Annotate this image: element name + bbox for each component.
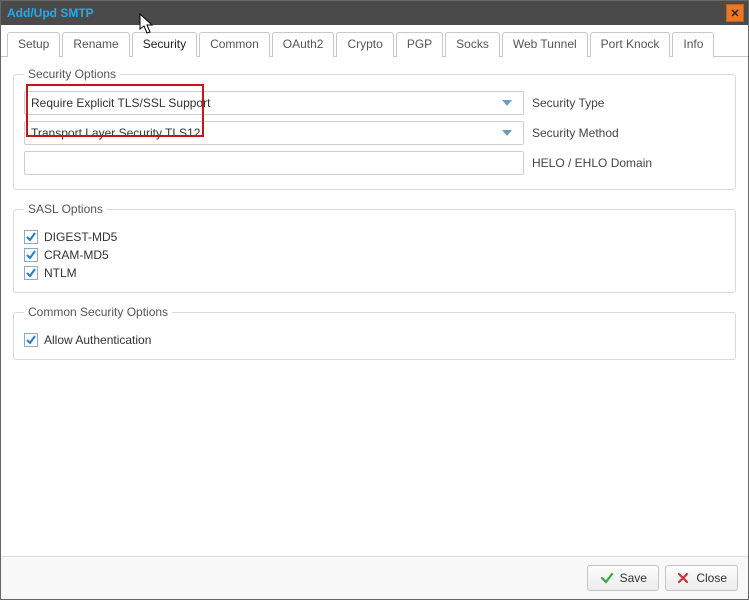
sasl-ntlm-row: NTLM — [24, 266, 725, 280]
panel-legend: Security Options — [24, 67, 120, 81]
check-icon — [600, 571, 614, 585]
tab-label: Rename — [73, 37, 118, 51]
button-label: Close — [696, 571, 727, 585]
panel-legend: SASL Options — [24, 202, 107, 216]
check-icon — [25, 267, 37, 279]
security-type-row: Require Explicit TLS/SSL Support Securit… — [24, 91, 725, 115]
tab-label: Common — [210, 37, 259, 51]
common-security-options-panel: Common Security Options Allow Authentica… — [13, 305, 736, 360]
check-icon — [25, 334, 37, 346]
tab-rename[interactable]: Rename — [62, 32, 129, 57]
checkbox-label: DIGEST-MD5 — [44, 230, 117, 244]
dialog-footer: Save Close — [1, 556, 748, 599]
sasl-cram-md5-row: CRAM-MD5 — [24, 248, 725, 262]
tab-common[interactable]: Common — [199, 32, 270, 57]
window-close-button[interactable]: ✕ — [726, 4, 744, 22]
dialog-window: Add/Upd SMTP ✕ Setup Rename Security Com… — [1, 1, 748, 599]
tab-label: Crypto — [347, 37, 382, 51]
tab-pgp[interactable]: PGP — [396, 32, 443, 57]
checkbox-label: Allow Authentication — [44, 333, 151, 347]
sasl-digest-md5-row: DIGEST-MD5 — [24, 230, 725, 244]
tab-port-knock[interactable]: Port Knock — [590, 32, 671, 57]
tab-label: Web Tunnel — [513, 37, 577, 51]
chevron-down-icon — [497, 100, 517, 106]
button-label: Save — [620, 571, 647, 585]
tab-content: Security Options Require Explicit TLS/SS… — [1, 57, 748, 556]
security-method-label: Security Method — [532, 126, 619, 140]
checkbox-label: NTLM — [44, 266, 77, 280]
titlebar: Add/Upd SMTP ✕ — [1, 1, 748, 25]
chevron-down-icon — [497, 130, 517, 136]
tab-security[interactable]: Security — [132, 32, 197, 57]
check-icon — [25, 249, 37, 261]
sasl-options-panel: SASL Options DIGEST-MD5 CRAM-MD5 NTLM — [13, 202, 736, 293]
tab-web-tunnel[interactable]: Web Tunnel — [502, 32, 588, 57]
tab-info[interactable]: Info — [672, 32, 714, 57]
close-icon: ✕ — [730, 7, 739, 20]
tab-oauth2[interactable]: OAuth2 — [272, 32, 335, 57]
digest-md5-checkbox[interactable] — [24, 230, 38, 244]
dropdown-value: Transport Layer Security TLS12 — [31, 126, 497, 140]
close-button[interactable]: Close — [665, 565, 738, 591]
tab-label: Port Knock — [601, 37, 660, 51]
check-icon — [25, 231, 37, 243]
window-title: Add/Upd SMTP — [7, 6, 94, 20]
security-options-panel: Security Options Require Explicit TLS/SS… — [13, 67, 736, 190]
allow-authentication-checkbox[interactable] — [24, 333, 38, 347]
tab-crypto[interactable]: Crypto — [336, 32, 393, 57]
security-method-dropdown[interactable]: Transport Layer Security TLS12 — [24, 121, 524, 145]
helo-domain-input[interactable] — [24, 151, 524, 175]
tab-label: PGP — [407, 37, 432, 51]
tab-label: Socks — [456, 37, 489, 51]
ntlm-checkbox[interactable] — [24, 266, 38, 280]
dropdown-value: Require Explicit TLS/SSL Support — [31, 96, 497, 110]
security-method-row: Transport Layer Security TLS12 Security … — [24, 121, 725, 145]
tab-label: OAuth2 — [283, 37, 324, 51]
allow-auth-row: Allow Authentication — [24, 333, 725, 347]
helo-domain-row: HELO / EHLO Domain — [24, 151, 725, 175]
tab-setup[interactable]: Setup — [7, 32, 60, 57]
tab-label: Security — [143, 37, 186, 51]
panel-legend: Common Security Options — [24, 305, 172, 319]
helo-domain-label: HELO / EHLO Domain — [532, 156, 652, 170]
security-type-dropdown[interactable]: Require Explicit TLS/SSL Support — [24, 91, 524, 115]
cram-md5-checkbox[interactable] — [24, 248, 38, 262]
tab-label: Setup — [18, 37, 49, 51]
tab-bar: Setup Rename Security Common OAuth2 Cryp… — [1, 25, 748, 57]
save-button[interactable]: Save — [587, 565, 659, 591]
security-type-label: Security Type — [532, 96, 604, 110]
tab-socks[interactable]: Socks — [445, 32, 500, 57]
checkbox-label: CRAM-MD5 — [44, 248, 109, 262]
x-icon — [676, 571, 690, 585]
tab-label: Info — [683, 37, 703, 51]
